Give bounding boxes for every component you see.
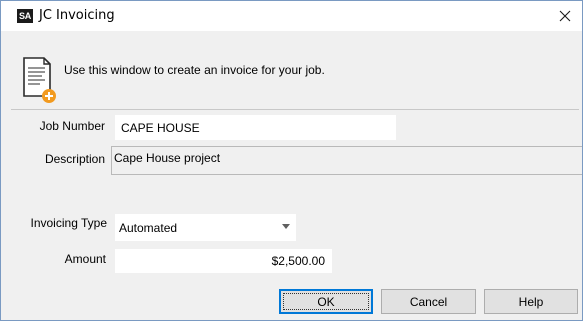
chevron-down-icon [282,224,290,229]
description-value: Cape House project [114,151,221,165]
info-icon-container [12,52,56,105]
amount-field[interactable]: $2,500.00 [115,249,332,273]
job-number-field[interactable]: CAPE HOUSE [115,115,396,140]
close-button[interactable] [548,1,582,31]
ok-button[interactable]: OK [279,289,373,314]
amount-value: $2,500.00 [271,254,325,268]
window-title: JC Invoicing [39,8,115,23]
job-number-label: Job Number [39,119,105,133]
cancel-button[interactable]: Cancel [381,289,476,314]
title-bar[interactable]: SA JC Invoicing [1,1,582,31]
invoicing-type-value: Automated [119,220,178,235]
help-button-label: Help [518,294,544,309]
invoicing-type-dropdown[interactable]: Automated [115,214,296,241]
amount-label: Amount [64,252,106,266]
close-icon [559,10,571,22]
description-label: Description [44,152,105,166]
info-text: Use this window to create an invoice for… [64,63,325,77]
jc-invoicing-window: SA JC Invoicing Use this window to creat… [0,0,583,321]
focus-rectangle [283,293,369,310]
app-logo: SA [17,9,33,23]
invoicing-type-label: Invoicing Type [30,216,108,230]
divider [11,109,579,110]
job-number-value: CAPE HOUSE [121,120,200,135]
invoice-document-add-icon [23,57,56,103]
description-field: Cape House project [111,146,582,175]
cancel-button-label: Cancel [409,294,448,309]
help-button[interactable]: Help [484,289,578,314]
